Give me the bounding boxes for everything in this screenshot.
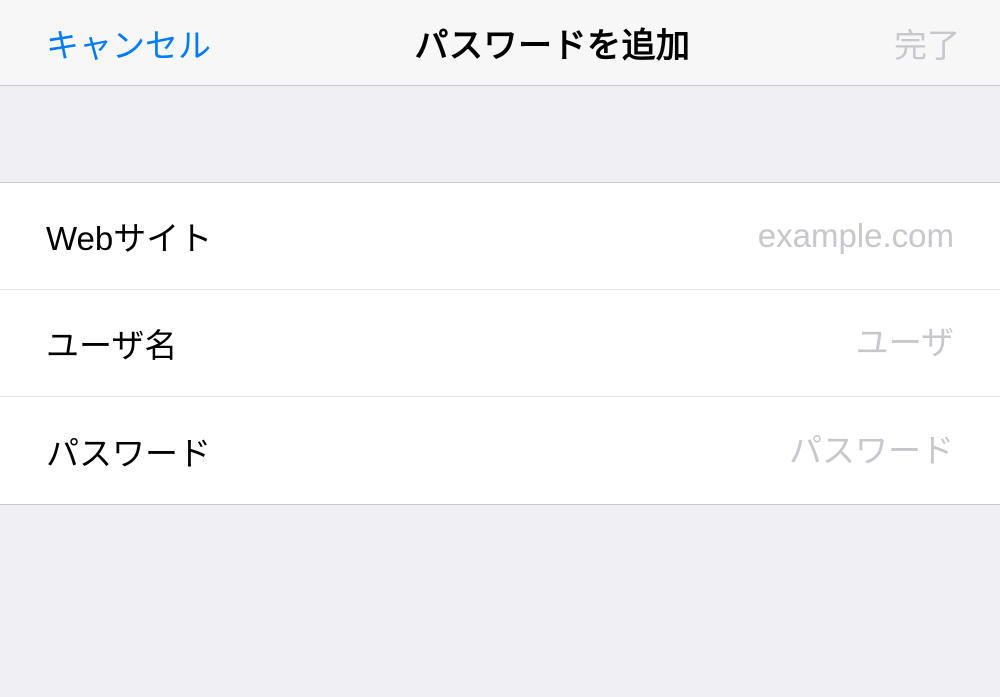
password-label: パスワード xyxy=(46,427,211,475)
username-row: ユーザ名 xyxy=(0,290,1000,397)
username-input[interactable] xyxy=(197,324,954,362)
done-button[interactable]: 完了 xyxy=(894,19,960,67)
section-spacer xyxy=(0,86,1000,182)
website-label: Webサイト xyxy=(46,212,212,260)
form-section: Webサイト ユーザ名 パスワード xyxy=(0,182,1000,505)
navigation-bar: キャンセル パスワードを追加 完了 xyxy=(0,0,1000,86)
page-title: パスワードを追加 xyxy=(415,18,691,67)
password-row: パスワード xyxy=(0,397,1000,504)
website-row: Webサイト xyxy=(0,183,1000,290)
cancel-button[interactable]: キャンセル xyxy=(46,19,211,67)
password-input[interactable] xyxy=(231,432,954,470)
website-input[interactable] xyxy=(232,217,954,255)
username-label: ユーザ名 xyxy=(46,319,177,367)
